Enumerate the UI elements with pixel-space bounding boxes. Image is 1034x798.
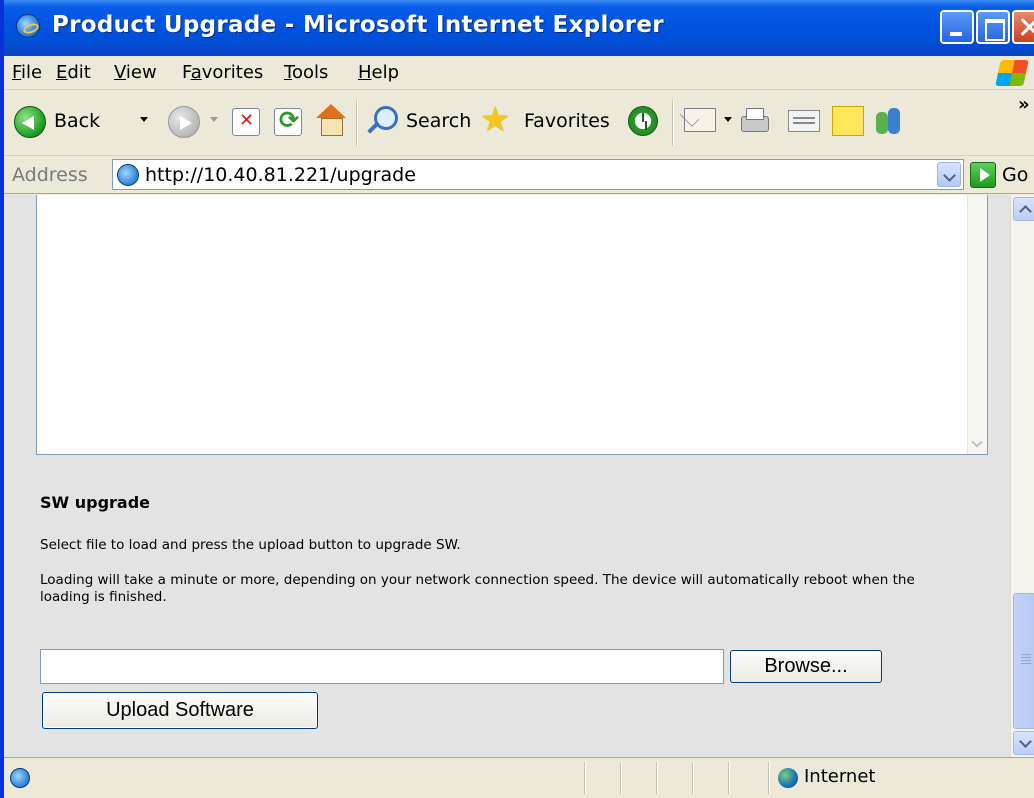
- go-arrow-icon[interactable]: [970, 162, 996, 188]
- stop-icon[interactable]: [232, 108, 260, 136]
- menu-file[interactable]: File: [12, 62, 42, 83]
- toolbar: Back Search ★ Favorites »: [4, 90, 1034, 156]
- status-divider: [620, 762, 622, 794]
- status-divider: [692, 762, 694, 794]
- maximize-button[interactable]: [976, 10, 1010, 44]
- chevron-down-icon[interactable]: [967, 434, 987, 454]
- instruction-text: Select file to load and press the upload…: [40, 537, 461, 553]
- ie-page-icon: [117, 164, 139, 186]
- file-path-input[interactable]: [40, 649, 724, 684]
- status-divider: [768, 762, 770, 794]
- menu-view[interactable]: View: [114, 62, 157, 83]
- status-divider: [728, 762, 730, 794]
- forward-arrow-icon[interactable]: [168, 106, 200, 138]
- window-title: Product Upgrade - Microsoft Internet Exp…: [52, 12, 664, 38]
- chevron-up-icon[interactable]: [1013, 197, 1034, 221]
- address-input[interactable]: http://10.40.81.221/upgrade: [112, 159, 964, 190]
- upload-software-button[interactable]: Upload Software: [42, 692, 318, 729]
- back-arrow-icon[interactable]: [14, 106, 46, 138]
- globe-icon: [778, 768, 798, 788]
- address-bar: Address http://10.40.81.221/upgrade Go: [4, 156, 1034, 194]
- address-url[interactable]: http://10.40.81.221/upgrade: [145, 164, 416, 186]
- go-button-label[interactable]: Go: [1002, 164, 1028, 186]
- toolbar-overflow-icon[interactable]: »: [1018, 94, 1030, 115]
- section-title: SW upgrade: [40, 493, 151, 512]
- notice-text: Loading will take a minute or more, depe…: [40, 572, 915, 605]
- menu-bar: File Edit View Favorites Tools Help: [4, 56, 1034, 90]
- mail-dropdown-icon[interactable]: [724, 117, 732, 122]
- ie-logo-icon: [16, 14, 40, 38]
- edit-icon[interactable]: [788, 110, 820, 132]
- menu-help[interactable]: Help: [358, 62, 399, 83]
- status-divider: [656, 762, 658, 794]
- menu-edit[interactable]: Edit: [56, 62, 91, 83]
- history-icon[interactable]: [628, 106, 658, 136]
- note-icon[interactable]: [832, 106, 864, 136]
- ie-page-icon: [10, 768, 30, 788]
- back-button-label[interactable]: Back: [54, 110, 100, 132]
- page-scrollbar[interactable]: [1010, 195, 1034, 757]
- back-dropdown-icon[interactable]: [140, 117, 148, 122]
- menu-favorites[interactable]: Favorites: [182, 62, 263, 83]
- home-icon[interactable]: [314, 104, 348, 138]
- printer-icon[interactable]: [738, 106, 770, 136]
- close-button[interactable]: [1012, 10, 1034, 44]
- chevron-down-icon[interactable]: [1013, 731, 1034, 755]
- toolbar-separator: [356, 100, 358, 146]
- toolbar-separator: [672, 100, 674, 146]
- browser-window: Product Upgrade - Microsoft Internet Exp…: [0, 0, 1034, 798]
- star-icon[interactable]: ★: [480, 102, 510, 138]
- browse-button[interactable]: Browse...: [730, 650, 882, 683]
- status-bar: Internet: [4, 757, 1034, 798]
- messenger-icon[interactable]: [872, 104, 906, 138]
- address-dropdown-icon[interactable]: [937, 162, 961, 187]
- scrollbar-thumb[interactable]: [1013, 593, 1034, 729]
- magnifier-icon[interactable]: [364, 104, 398, 138]
- status-divider: [584, 762, 586, 794]
- log-textarea[interactable]: [36, 195, 988, 455]
- minimize-button[interactable]: [940, 10, 974, 44]
- search-button-label[interactable]: Search: [406, 110, 471, 132]
- forward-dropdown-icon[interactable]: [210, 117, 218, 122]
- page-content: SW upgrade Select file to load and press…: [4, 195, 1010, 757]
- title-bar[interactable]: Product Upgrade - Microsoft Internet Exp…: [4, 0, 1034, 56]
- menu-tools[interactable]: Tools: [284, 62, 328, 83]
- refresh-icon[interactable]: [274, 106, 302, 136]
- windows-flag-icon: [995, 60, 1029, 86]
- address-label: Address: [12, 164, 88, 186]
- security-zone-label: Internet: [804, 766, 876, 787]
- favorites-button-label[interactable]: Favorites: [524, 110, 610, 132]
- log-scrollbar[interactable]: [967, 195, 987, 454]
- mail-icon[interactable]: [684, 108, 716, 132]
